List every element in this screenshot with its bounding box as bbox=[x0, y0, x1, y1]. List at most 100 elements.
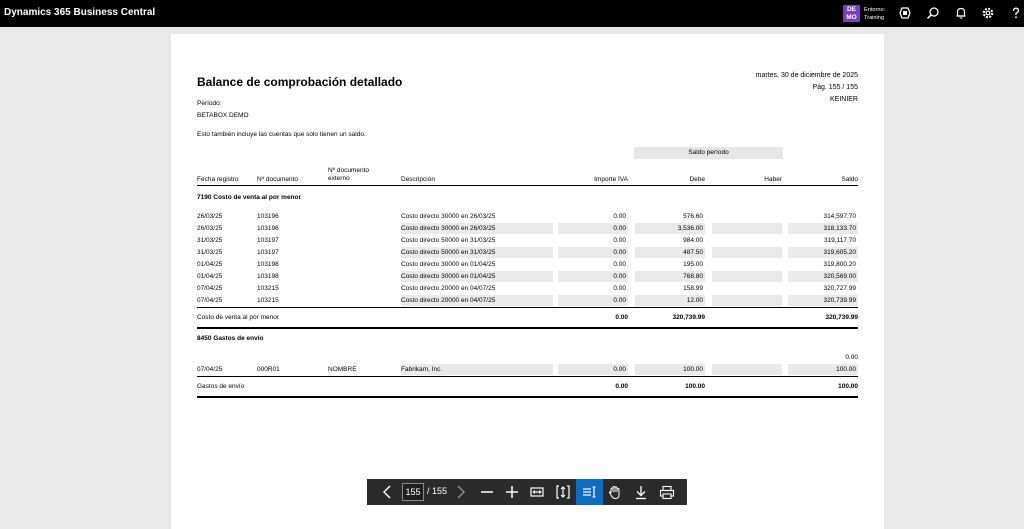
cell-haber bbox=[712, 259, 782, 270]
cell-ext bbox=[328, 247, 398, 258]
text-select-button[interactable] bbox=[576, 479, 603, 505]
col-desc: Descripción bbox=[401, 176, 435, 183]
cell-ext bbox=[328, 235, 398, 246]
prev-page-button[interactable] bbox=[377, 479, 397, 505]
total-saldo: 100.00 bbox=[838, 383, 858, 390]
col-doc: Nº documento bbox=[257, 176, 299, 183]
cell-saldo: 319,117.70 bbox=[823, 237, 856, 244]
cell-saldo: 320,569.00 bbox=[788, 271, 858, 282]
report-title: Balance de comprobación detallado bbox=[197, 75, 403, 89]
col-debe: Debe bbox=[689, 176, 705, 183]
cell-haber bbox=[712, 235, 782, 246]
col-doc-ext-line2: externo bbox=[328, 175, 350, 182]
cell-ext: NOMBRE bbox=[328, 366, 357, 373]
environment-info[interactable]: Entorno: Training bbox=[864, 6, 885, 22]
printer-icon bbox=[659, 485, 675, 500]
hand-tool-button[interactable] bbox=[603, 479, 627, 505]
table-row: 07/04/25 103215 Costo directo 20000 en 04/… bbox=[197, 295, 858, 307]
cell-saldo: 314,597.70 bbox=[823, 213, 856, 220]
cell-doc: 103196 bbox=[257, 225, 279, 232]
text-cursor-icon bbox=[582, 485, 598, 499]
cell-ext bbox=[328, 271, 398, 282]
download-button[interactable] bbox=[629, 479, 653, 505]
cell-ext bbox=[328, 259, 398, 270]
env-name: Training bbox=[864, 15, 885, 21]
print-button[interactable] bbox=[654, 479, 680, 505]
download-icon bbox=[634, 485, 648, 500]
col-doc-ext: Nº documento externo bbox=[328, 167, 369, 183]
cell-iva: 0.00 bbox=[613, 285, 626, 292]
fit-width-button[interactable] bbox=[525, 479, 549, 505]
cell-debe: 12.00 bbox=[635, 295, 705, 306]
report-page-number: Pág. 155 / 155 bbox=[812, 84, 858, 91]
zoom-in-button[interactable] bbox=[500, 479, 524, 505]
cell-haber bbox=[712, 211, 782, 222]
cell-debe: 100.00 bbox=[635, 364, 705, 375]
cell-fecha: 01/04/25 bbox=[197, 261, 223, 268]
cell-saldo: 319,800.20 bbox=[823, 261, 856, 268]
section-end-rule bbox=[197, 396, 858, 398]
cell-desc: Costo directo 20000 en 04/07/25 bbox=[401, 295, 553, 306]
page-number-input[interactable] bbox=[402, 483, 424, 501]
cell-desc: Costo directo 20000 en 04/07/25 bbox=[401, 285, 496, 292]
table-row: 07/04/25 103215 Costo directo 20000 en 04/… bbox=[197, 283, 858, 295]
cell-desc: Costo directo 50000 en 31/03/25 bbox=[401, 237, 496, 244]
cell-ext bbox=[328, 211, 398, 222]
cell-fecha: 26/03/25 bbox=[197, 213, 223, 220]
app-title[interactable]: Dynamics 365 Business Central bbox=[4, 7, 155, 18]
next-page-button[interactable] bbox=[451, 479, 471, 505]
cell-debe: 984.00 bbox=[683, 237, 703, 244]
zoom-out-button[interactable] bbox=[475, 479, 499, 505]
fit-page-icon bbox=[555, 484, 571, 500]
cell-iva: 0.00 bbox=[558, 295, 628, 306]
fit-page-button[interactable] bbox=[551, 479, 575, 505]
cell-haber bbox=[712, 223, 782, 234]
total-iva: 0.00 bbox=[615, 314, 628, 321]
gear-icon[interactable] bbox=[981, 6, 995, 20]
cell-debe: 195.00 bbox=[683, 261, 703, 268]
cell-debe: 3,536.00 bbox=[635, 223, 705, 234]
copilot-icon[interactable] bbox=[898, 6, 912, 20]
cell-desc: Costo directo 50000 en 31/03/25 bbox=[401, 247, 553, 258]
fit-width-icon bbox=[529, 485, 545, 499]
plus-icon bbox=[505, 485, 519, 499]
cell-haber bbox=[712, 295, 782, 306]
section-heading: 7190 Costo de venta al por menor bbox=[197, 194, 302, 201]
subtotal-rule bbox=[197, 307, 858, 308]
subtotal-rule bbox=[197, 376, 858, 377]
bell-icon[interactable] bbox=[954, 6, 968, 20]
cell-ext bbox=[328, 223, 398, 234]
section-total-row: Gastos de envío 0.00 100.00 100.00 bbox=[197, 381, 858, 393]
report-page: Balance de comprobación detallado martes… bbox=[171, 34, 884, 529]
table-row: 01/04/25 103198 Costo directo 30000 en 01/… bbox=[197, 271, 858, 283]
environment-badge[interactable]: DE MO bbox=[843, 5, 860, 22]
cell-doc: 103196 bbox=[257, 213, 279, 220]
section-heading: 8450 Gastos de envío bbox=[197, 335, 264, 342]
cell-saldo: 100.00 bbox=[788, 364, 858, 375]
cell-iva: 0.00 bbox=[613, 261, 626, 268]
page-total: / 155 bbox=[427, 486, 448, 496]
col-iva: Importe IVA bbox=[594, 176, 628, 183]
opening-balance: 0.00 bbox=[845, 354, 858, 361]
saldo-period-header: Saldo período bbox=[634, 147, 783, 159]
section-total-row: Costo de venta al por menor 0.00 320,739… bbox=[197, 312, 858, 324]
total-label: Gastos de envío bbox=[197, 383, 245, 390]
total-debe: 100.00 bbox=[685, 383, 705, 390]
cell-ext bbox=[328, 295, 398, 306]
cell-saldo: 318,133.70 bbox=[788, 223, 858, 234]
cell-desc: Costo directo 30000 en 26/03/25 bbox=[401, 223, 553, 234]
cell-doc: 103215 bbox=[257, 285, 279, 292]
cell-doc: 103197 bbox=[257, 237, 279, 244]
cell-desc: Costo directo 30000 en 26/03/25 bbox=[401, 213, 496, 220]
cell-doc: 103198 bbox=[257, 261, 279, 268]
search-icon[interactable] bbox=[926, 6, 940, 20]
cell-fecha: 31/03/25 bbox=[197, 237, 223, 244]
table-row: 01/04/25 103198 Costo directo 30000 en 01/… bbox=[197, 259, 858, 271]
top-bar: Dynamics 365 Business Central DE MO Ento… bbox=[0, 0, 1024, 27]
header-rule bbox=[197, 185, 858, 186]
help-icon[interactable] bbox=[1009, 6, 1023, 20]
section-end-rule bbox=[197, 327, 858, 329]
cell-debe: 576.60 bbox=[683, 213, 703, 220]
cell-haber bbox=[712, 364, 782, 375]
cell-iva: 0.00 bbox=[558, 223, 628, 234]
